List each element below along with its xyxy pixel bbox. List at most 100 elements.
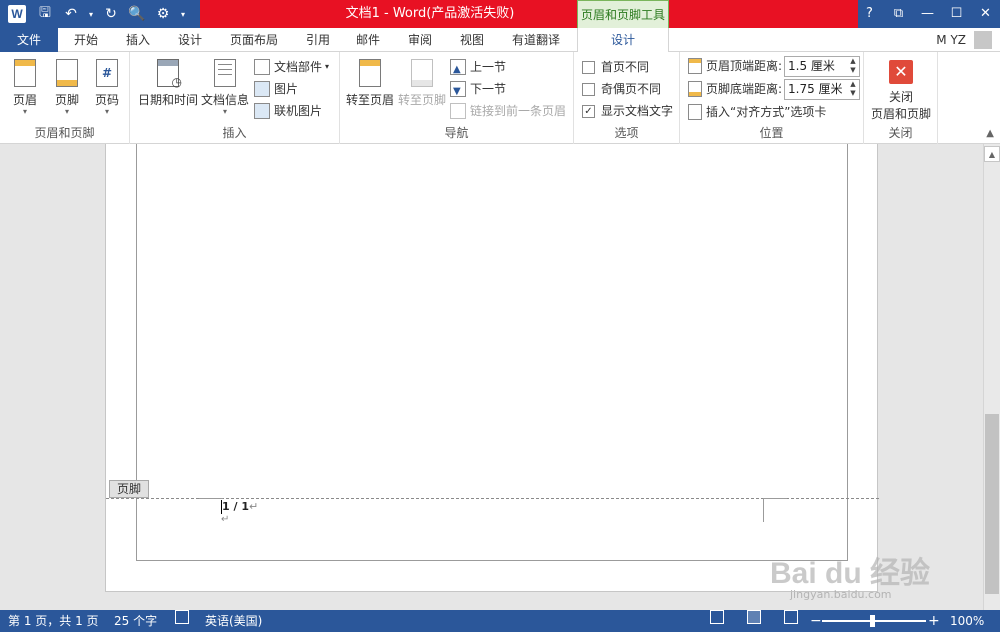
link-icon (450, 103, 466, 119)
tab-youdao[interactable]: 有道翻译 (502, 28, 570, 52)
show-doc-text-checkbox[interactable]: ✓ 显示文档文字 (582, 101, 673, 121)
scroll-thumb[interactable] (985, 414, 999, 594)
chevron-down-icon: ▾ (325, 62, 330, 71)
document-page[interactable]: 页脚 1 / 1↵ ↵ (105, 144, 879, 592)
footer-button-label: 页脚 (54, 93, 79, 107)
next-section-icon: ▼ (450, 81, 466, 97)
spinner-arrows-icon[interactable]: ▲ ▼ (847, 80, 859, 99)
save-icon[interactable]: 🖫 (34, 3, 56, 25)
user-name[interactable]: M YZ (936, 28, 966, 52)
quick-access-toolbar: W 🖫 ↶ ▾ ↻ 🔍 ⚙ ▾ (0, 0, 188, 28)
scroll-up-icon[interactable]: ▲ (984, 146, 1000, 162)
online-picture-button[interactable]: 联机图片 (254, 101, 322, 121)
alignment-tab-icon (688, 104, 702, 120)
print-preview-icon[interactable]: 🔍 (126, 3, 148, 25)
page-number-button[interactable]: # 页码 ▾ (90, 58, 124, 116)
page-number-button-label: 页码 (94, 93, 119, 107)
close-header-footer-button[interactable]: ✕ 关闭 页眉和页脚 (868, 60, 934, 122)
prev-section-button[interactable]: ▲ 上一节 (450, 57, 506, 77)
goto-footer-label: 转至页脚 (397, 93, 446, 107)
footer-tag: 页脚 (109, 480, 149, 498)
prev-section-icon: ▲ (450, 59, 466, 75)
doc-parts-icon (254, 59, 270, 75)
goto-footer-icon (411, 59, 433, 87)
tab-design-doc[interactable]: 设计 (168, 28, 212, 52)
baidu-watermark-url: jingyan.baidu.com (790, 588, 892, 601)
footer-button[interactable]: 页脚 ▾ (50, 58, 84, 116)
ribbon-display-options-button[interactable]: ⧉ (884, 0, 913, 28)
tab-file[interactable]: 文件 (0, 28, 58, 52)
different-odd-even-checkbox[interactable]: 奇偶页不同 (582, 79, 661, 99)
read-mode-icon[interactable] (710, 610, 724, 624)
tab-home[interactable]: 开始 (64, 28, 108, 52)
insert-alignment-tab-button[interactable]: 插入“对齐方式”选项卡 (688, 102, 826, 122)
minimize-button[interactable]: — (913, 0, 942, 28)
goto-header-button[interactable]: 转至页眉 (344, 58, 396, 108)
tab-insert[interactable]: 插入 (116, 28, 160, 52)
link-previous-button[interactable]: 链接到前一条页眉 (450, 101, 566, 121)
doc-parts-label: 文档部件 (274, 60, 323, 74)
margin-corner-mark (763, 498, 787, 499)
footer-from-bottom-spinner[interactable]: 1.75 厘米 ▲ ▼ (784, 79, 860, 100)
collapse-ribbon-icon[interactable]: ▲ (986, 128, 994, 139)
page-number-icon: # (96, 59, 118, 87)
spinner-arrows-icon[interactable]: ▲ ▼ (847, 57, 859, 76)
proofing-icon[interactable] (175, 610, 189, 624)
footer-icon (56, 59, 78, 87)
word-count[interactable]: 25 个字 (114, 610, 157, 632)
doc-parts-button[interactable]: 文档部件 ▾ (254, 57, 329, 77)
next-section-button[interactable]: ▼ 下一节 (450, 79, 506, 99)
redo-icon[interactable]: ↻ (100, 3, 122, 25)
date-time-button[interactable]: ◷ 日期和时间 (136, 58, 200, 108)
header-from-top-value: 1.5 厘米 (788, 59, 835, 73)
tab-review[interactable]: 审阅 (398, 28, 442, 52)
window-title: 文档1 - Word(产品激活失败) (345, 6, 515, 21)
avatar[interactable] (974, 31, 992, 49)
maximize-button[interactable]: ☐ (942, 0, 971, 28)
ribbon: 页眉 ▾ 页脚 ▾ # 页码 ▾ 页眉和页脚 ◷ 日期和时间 文档信息 ▾ 文档… (0, 52, 1000, 144)
group-insert: ◷ 日期和时间 文档信息 ▾ 文档部件 ▾ 图片 联机图片 插入 (130, 52, 340, 144)
checkbox-unchecked-icon (582, 82, 595, 96)
header-from-top-spinner[interactable]: 1.5 厘米 ▲ ▼ (784, 56, 860, 77)
goto-footer-button[interactable]: 转至页脚 (396, 58, 448, 108)
undo-icon[interactable]: ↶ (60, 3, 82, 25)
undo-dropdown-icon[interactable]: ▾ (86, 3, 96, 25)
word-logo-icon[interactable]: W (8, 5, 26, 23)
tab-mailings[interactable]: 邮件 (346, 28, 390, 52)
picture-button[interactable]: 图片 (254, 79, 298, 99)
zoom-in-icon[interactable]: + (928, 610, 940, 632)
group-label: 插入 (222, 126, 247, 140)
show-doc-text-label: 显示文档文字 (601, 104, 674, 118)
different-first-page-checkbox[interactable]: 首页不同 (582, 57, 649, 77)
zoom-slider-thumb[interactable] (870, 615, 875, 627)
header-position-icon (688, 58, 702, 74)
group-label: 页眉和页脚 (34, 126, 95, 140)
web-layout-icon[interactable] (784, 610, 798, 624)
touch-mode-icon[interactable]: ⚙ (152, 3, 174, 25)
print-layout-icon[interactable] (747, 610, 761, 624)
close-red-icon: ✕ (889, 60, 913, 84)
tab-view[interactable]: 视图 (450, 28, 494, 52)
tab-references[interactable]: 引用 (296, 28, 340, 52)
doc-info-button[interactable]: 文档信息 ▾ (200, 58, 250, 116)
page-count[interactable]: 第 1 页，共 1 页 (8, 610, 99, 632)
footer-from-bottom-label: 页脚底端距离: (706, 82, 783, 96)
vertical-scrollbar[interactable]: ▲ (983, 144, 1000, 610)
picture-label: 图片 (274, 82, 299, 96)
date-time-label: 日期和时间 (137, 93, 198, 107)
zoom-out-icon[interactable]: − (810, 610, 822, 632)
header-button[interactable]: 页眉 ▾ (8, 58, 42, 116)
tab-page-layout[interactable]: 页面布局 (222, 28, 286, 52)
insert-alignment-tab-label: 插入“对齐方式”选项卡 (706, 105, 827, 119)
footer-page-number[interactable]: 1 / 1↵ (222, 500, 258, 513)
language[interactable]: 英语(美国) (205, 610, 262, 632)
different-first-label: 首页不同 (601, 60, 650, 74)
tab-design-header-footer[interactable]: 设计 (577, 28, 669, 53)
help-button[interactable]: ? (855, 0, 884, 28)
customize-qat-icon[interactable]: ▾ (178, 3, 188, 25)
header-button-label: 页眉 (12, 93, 37, 107)
status-bar: 第 1 页，共 1 页 25 个字 英语(美国) − + 100% (0, 610, 1000, 632)
doc-info-icon (214, 59, 236, 87)
zoom-level[interactable]: 100% (950, 610, 984, 632)
close-button[interactable]: ✕ (971, 0, 1000, 28)
